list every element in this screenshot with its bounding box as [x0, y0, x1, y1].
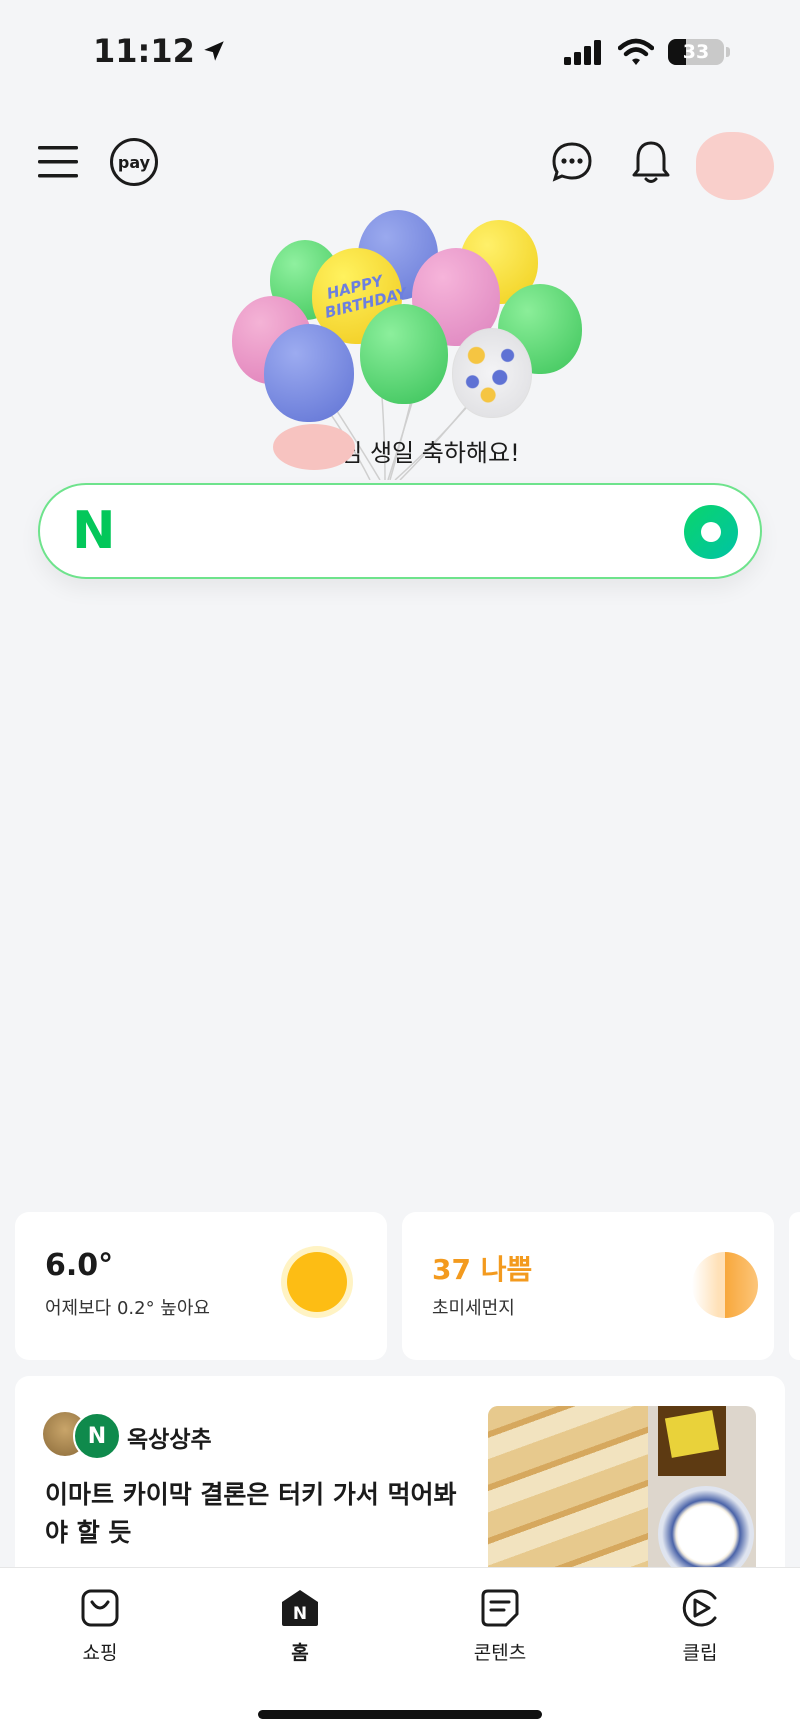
contents-icon: [481, 1589, 519, 1627]
signal-icon: [564, 40, 601, 65]
home-indicator: [258, 1710, 542, 1719]
next-card-peek[interactable]: [789, 1212, 800, 1360]
status-time: 11:12: [93, 32, 227, 70]
chat-bubble-icon: [552, 142, 592, 182]
name-redaction: [273, 424, 355, 470]
search-bar[interactable]: [38, 483, 762, 579]
tab-label-clip: 클립: [682, 1642, 718, 1664]
dust-status-icon: [692, 1252, 758, 1318]
tab-label-home: 홈: [291, 1642, 309, 1664]
green-dot-button[interactable]: [684, 505, 738, 559]
hamburger-menu-icon: [38, 146, 78, 178]
tab-clip[interactable]: 클립: [650, 1588, 750, 1665]
notification-button[interactable]: [630, 140, 672, 186]
naver-logo: N: [72, 501, 116, 561]
pay-button[interactable]: pay: [110, 138, 158, 186]
honey-jar: [658, 1406, 726, 1476]
dust-label: 초미세먼지: [432, 1298, 515, 1319]
bell-icon: [632, 141, 670, 183]
shopping-bag-icon: [81, 1589, 119, 1627]
feed-title-line2: 야 할 듯: [45, 1518, 132, 1547]
clip-play-icon: [682, 1589, 717, 1627]
dust-value: 37 나쁨: [432, 1253, 533, 1286]
bread-plate: [488, 1406, 648, 1586]
home-n-icon: N: [282, 1590, 318, 1626]
time-text: 11:12: [93, 32, 195, 70]
chat-button[interactable]: [550, 140, 594, 184]
tab-label-contents: 콘텐츠: [473, 1642, 527, 1664]
balloon-green-3: [360, 304, 448, 404]
feed-title-line1: 이마트 카이막 결론은 터키 가서 먹어봐: [45, 1480, 457, 1509]
battery-level: 33: [682, 41, 710, 63]
location-arrow-icon: [204, 41, 224, 61]
feed-title: 이마트 카이막 결론은 터키 가서 먹어봐 야 할 듯: [45, 1476, 465, 1552]
birthday-greeting: 님 생일 축하해요!: [0, 433, 800, 468]
tab-shopping[interactable]: 쇼핑: [50, 1588, 150, 1665]
pay-label: pay: [117, 152, 151, 172]
weather-card[interactable]: 6.0° 어제보다 0.2° 높아요: [15, 1212, 387, 1360]
feed-thumbnail[interactable]: [488, 1406, 756, 1586]
sun-icon: [287, 1252, 347, 1312]
fine-dust-card[interactable]: 37 나쁨 초미세먼지: [402, 1212, 774, 1360]
tab-home[interactable]: N 홈: [250, 1588, 350, 1665]
wifi-icon: [618, 38, 654, 65]
battery-tip: [726, 47, 730, 57]
tab-label-shopping: 쇼핑: [82, 1642, 118, 1664]
tab-contents[interactable]: 콘텐츠: [450, 1588, 550, 1665]
avatar[interactable]: [696, 132, 774, 200]
balloon-blue-2: [264, 324, 354, 422]
status-icons: 33: [564, 38, 730, 66]
svg-text:N: N: [293, 1604, 307, 1624]
temperature: 6.0°: [45, 1248, 114, 1283]
menu-button[interactable]: [38, 144, 78, 180]
naver-influencer-badge: N: [73, 1412, 121, 1460]
battery-indicator: 33: [668, 39, 724, 65]
balloon-confetti: [452, 328, 532, 418]
feed-card[interactable]: N 옥상상추 이마트 카이막 결론은 터키 가서 먹어봐 야 할 듯: [15, 1376, 785, 1586]
author-name: 옥상상추: [127, 1427, 212, 1453]
temperature-comparison: 어제보다 0.2° 높아요: [45, 1298, 210, 1319]
